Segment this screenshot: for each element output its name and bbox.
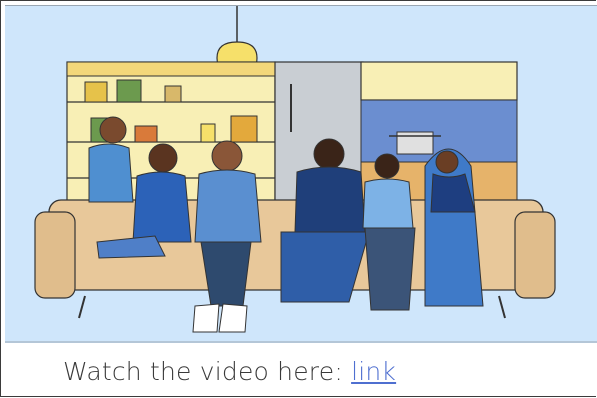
content-frame: Watch the video here: link <box>0 0 597 397</box>
caption-text: Watch the video here: <box>63 357 352 386</box>
video-caption: Watch the video here: link <box>63 357 396 386</box>
video-link[interactable]: link <box>351 357 396 386</box>
family-on-couch-illustration <box>5 5 597 343</box>
